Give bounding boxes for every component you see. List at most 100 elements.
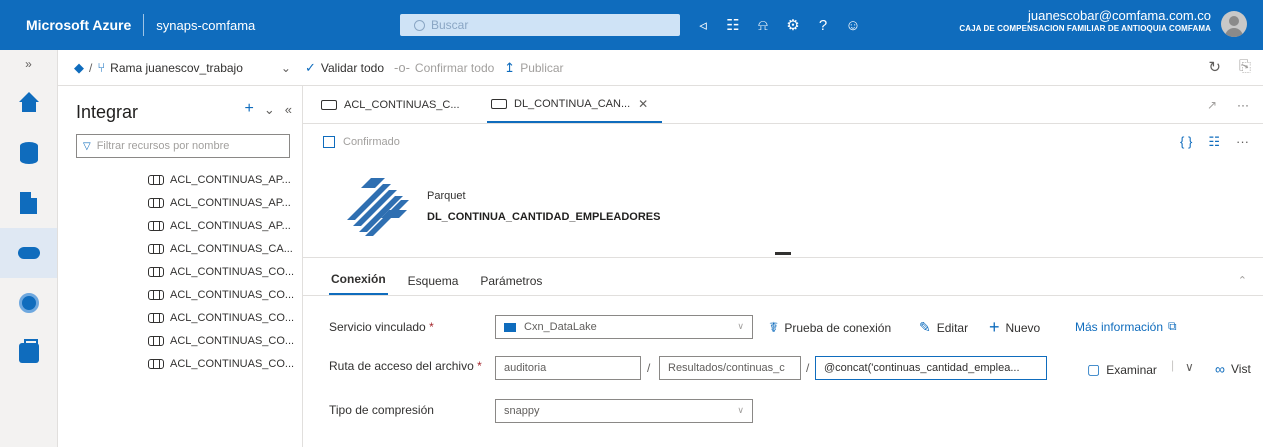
publish-icon: ↥ — [504, 59, 516, 75]
filter-resources-input[interactable]: ▽ Filtrar recursos por nombre — [76, 134, 290, 158]
path-file-input[interactable]: @concat('continuas_cantidad_emplea... — [815, 356, 1047, 380]
more-icon[interactable]: ··· — [1236, 134, 1249, 150]
tree-item-label: ACL_CONTINUAS_CO... — [170, 311, 295, 324]
main-toolbar: ◆ / ⑂ Rama juanescov_trabajo ⌄ ✓ Validar… — [58, 50, 1263, 86]
tree-item[interactable]: ACL_CONTINUAS_AP... — [58, 168, 302, 191]
maximize-icon[interactable]: ↗ — [1207, 98, 1217, 112]
nav-integrate[interactable] — [0, 228, 57, 278]
nav-develop[interactable] — [0, 178, 57, 228]
help-icon[interactable]: ? — [808, 14, 838, 36]
path-container-input[interactable]: auditoria — [495, 356, 641, 380]
nav-manage[interactable] — [0, 328, 57, 378]
gear-icon[interactable]: ⚙ — [778, 14, 808, 36]
tab-connection[interactable]: Conexión — [329, 272, 388, 295]
code-icon[interactable]: { } — [1180, 134, 1192, 150]
user-info[interactable]: juanescobar@comfama.com.co CAJA DE COMPE… — [959, 8, 1211, 33]
discard-icon[interactable]: ⎘ — [1239, 58, 1251, 76]
divider — [143, 14, 145, 36]
pane-title: Integrar — [76, 102, 139, 122]
publish-label: Publicar — [520, 60, 564, 75]
pane-actions: + ⌄ « — [245, 100, 292, 118]
chevron-up-icon[interactable]: ⌃ — [1238, 274, 1247, 287]
tab-parameters[interactable]: Parámetros — [478, 274, 544, 295]
brand-title[interactable]: Microsoft Azure — [0, 17, 131, 33]
properties-icon[interactable]: ☷ — [1208, 134, 1220, 150]
validate-all-label: Validar todo — [320, 60, 385, 75]
chevron-down-icon[interactable]: ⌄ — [281, 61, 291, 75]
compression-select[interactable]: snappy ∨ — [495, 399, 753, 423]
tree-item[interactable]: ACL_CONTINUAS_CO... — [58, 306, 302, 329]
close-icon[interactable]: ✕ — [638, 97, 648, 111]
status-row: Confirmado { } ☷ ··· — [303, 124, 1263, 160]
tab-label: ACL_CONTINUAS_C... — [344, 99, 460, 111]
tree-item[interactable]: ACL_CONTINUAS_AP... — [58, 191, 302, 214]
edit-button[interactable]: ✎ Editar — [919, 319, 968, 336]
add-icon[interactable]: + — [245, 100, 254, 118]
user-email: juanescobar@comfama.com.co — [1028, 8, 1211, 23]
pencil-icon: ✎ — [919, 319, 931, 335]
user-org: CAJA DE COMPENSACION FAMILIAR DE ANTIOQU… — [959, 24, 1211, 33]
directory-icon[interactable]: ☷ — [718, 14, 748, 36]
test-connection-label: Prueba de conexión — [784, 320, 892, 335]
file-path-label: Ruta de acceso del archivo * — [329, 359, 482, 373]
file-path-label-text: Ruta de acceso del archivo — [329, 359, 474, 373]
path-file-value: @concat('continuas_cantidad_emplea... — [824, 362, 1020, 374]
collapse-pane-icon[interactable]: « — [285, 100, 292, 118]
search-placeholder: Buscar — [431, 18, 469, 32]
publish-button[interactable]: ↥ Publicar — [504, 60, 563, 76]
tree-item[interactable]: ACL_CONTINUAS_CO... — [58, 329, 302, 352]
tree-item[interactable]: ACL_CONTINUAS_AP... — [58, 214, 302, 237]
new-button[interactable]: + Nuevo — [989, 317, 1040, 338]
divider: | — [1171, 358, 1175, 372]
linked-service-select[interactable]: Cxn_DataLake ∨ — [495, 315, 753, 339]
nav-monitor[interactable] — [0, 278, 57, 328]
search-icon — [414, 19, 425, 31]
dataset-name: DL_CONTINUA_CANTIDAD_EMPLEADORES — [427, 211, 661, 223]
more-icon[interactable]: ··· — [1237, 98, 1249, 112]
commit-all-button[interactable]: -o- Confirmar todo — [394, 60, 494, 75]
tree-item[interactable]: ACL_CONTINUAS_CO... — [58, 283, 302, 306]
tree-item[interactable]: ACL_CONTINUAS_CO... — [58, 260, 302, 283]
glasses-icon: ∞ — [1215, 361, 1225, 377]
bell-icon[interactable]: ⍾ — [748, 14, 778, 36]
resize-handle[interactable] — [775, 252, 791, 255]
commit-icon: -o- — [394, 60, 410, 75]
tree-item[interactable]: ACL_CONTINUAS_CA... — [58, 237, 302, 260]
nav-home[interactable] — [0, 78, 57, 128]
collapse-all-icon[interactable]: ⌄ — [264, 100, 275, 118]
git-icon: ◆ — [74, 59, 84, 75]
dataset-icon — [148, 358, 164, 369]
tab-dl-continua[interactable]: DL_CONTINUA_CAN... ✕ — [487, 87, 663, 123]
path-directory-input[interactable]: Resultados/continuas_c — [659, 356, 801, 380]
plug-icon: ☤ — [769, 319, 779, 335]
workspace-name[interactable]: synaps-comfama — [156, 18, 255, 33]
refresh-icon[interactable]: ↻ — [1208, 58, 1221, 76]
path-container-value: auditoria — [504, 362, 547, 374]
tab-schema[interactable]: Esquema — [406, 274, 461, 295]
path-separator: / — [647, 361, 651, 375]
dataset-icon — [148, 335, 164, 346]
nav-data[interactable] — [0, 128, 57, 178]
browse-label: Examinar — [1106, 362, 1157, 377]
path-separator: / — [806, 361, 810, 375]
pipeline-icon — [17, 247, 40, 259]
check-icon: ✓ — [304, 59, 316, 75]
tree-item-label: ACL_CONTINUAS_AP... — [170, 196, 291, 209]
tree-item[interactable]: ACL_CONTINUAS_CO... — [58, 352, 302, 375]
more-info-link[interactable]: Más información ⧉ — [1075, 319, 1177, 334]
search-input[interactable]: Buscar — [400, 14, 680, 36]
test-connection-button[interactable]: ☤ Prueba de conexión — [769, 319, 891, 336]
git-branch-selector[interactable]: ◆ / ⑂ Rama juanescov_trabajo — [74, 60, 243, 76]
expand-rail-button[interactable]: » — [0, 50, 57, 78]
top-bar: Microsoft Azure synaps-comfama Buscar ◃ … — [0, 0, 1263, 50]
chevron-down-icon[interactable]: ∨ — [1185, 360, 1194, 374]
avatar[interactable] — [1221, 11, 1247, 37]
preview-button[interactable]: ∞ Vist — [1215, 361, 1251, 377]
validate-all-button[interactable]: ✓ Validar todo — [305, 60, 384, 76]
browse-button[interactable]: ▢ Examinar — [1087, 361, 1157, 378]
document-icon — [20, 192, 37, 214]
feedback-icon[interactable]: ☺ — [838, 14, 868, 36]
tab-acl-continuas[interactable]: ACL_CONTINUAS_C... — [317, 87, 487, 123]
tree-item-label: ACL_CONTINUAS_CO... — [170, 334, 295, 347]
announcement-icon[interactable]: ◃ — [688, 14, 718, 36]
